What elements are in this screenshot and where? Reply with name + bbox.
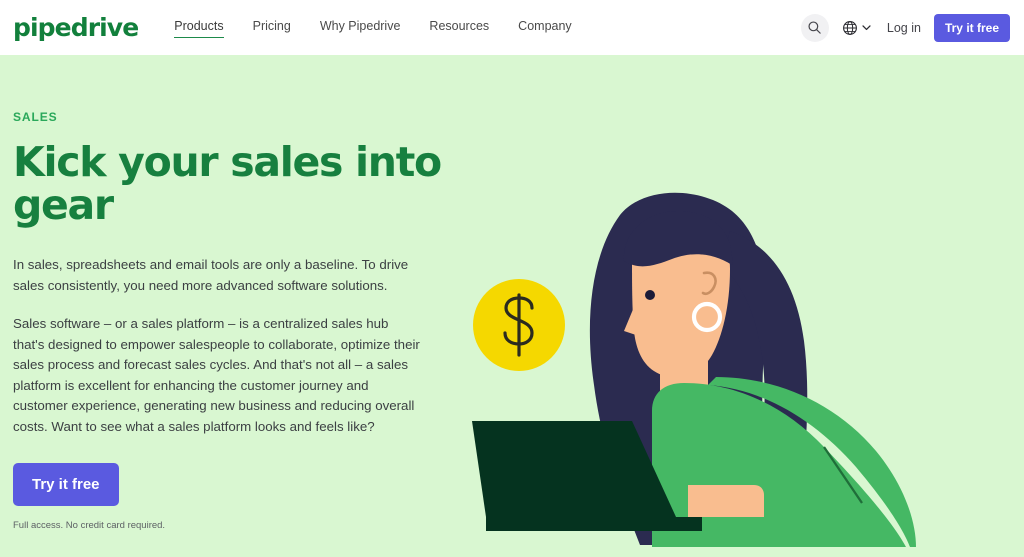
globe-icon xyxy=(842,20,857,35)
neck xyxy=(660,355,708,399)
nav-item-company[interactable]: Company xyxy=(518,19,572,36)
hero-copy: SALES Kick your sales into gear In sales… xyxy=(13,110,443,531)
login-link[interactable]: Log in xyxy=(887,21,921,35)
hero-try-it-free-button[interactable]: Try it free xyxy=(13,463,119,507)
ear xyxy=(701,271,717,296)
main-navigation: Products Pricing Why Pipedrive Resources… xyxy=(174,19,572,38)
shirt-body xyxy=(652,383,906,547)
eye xyxy=(645,290,655,300)
nav-item-resources[interactable]: Resources xyxy=(429,19,489,36)
face xyxy=(632,215,730,377)
nav-item-products[interactable]: Products xyxy=(174,19,224,38)
page-title: Kick your sales into gear xyxy=(13,138,442,230)
woman-with-laptop-and-coin-illustration xyxy=(472,192,916,547)
shoulder xyxy=(708,377,916,547)
page-root: pipedrive Products Pricing Why Pipedrive… xyxy=(0,0,1024,557)
hero-paragraph-1: In sales, spreadsheets and email tools a… xyxy=(13,257,409,293)
hero-paragraph-2: Sales software – or a sales platform – i… xyxy=(13,316,420,434)
left-hand xyxy=(494,497,528,521)
pipedrive-logo[interactable]: pipedrive xyxy=(13,15,139,40)
nav-item-why-pipedrive[interactable]: Why Pipedrive xyxy=(320,19,401,36)
search-button[interactable] xyxy=(800,13,829,42)
dollar-coin-icon xyxy=(473,279,565,371)
arm-fold-line xyxy=(823,446,863,504)
site-header: pipedrive Products Pricing Why Pipedrive… xyxy=(0,0,1024,55)
search-icon xyxy=(808,21,822,34)
laptop-screen xyxy=(472,421,676,517)
hair-back xyxy=(589,192,767,545)
laptop-base xyxy=(486,517,702,531)
nose xyxy=(624,307,636,335)
chevron-down-icon xyxy=(862,25,871,31)
header-actions: Log in Try it free xyxy=(800,13,1010,42)
hair-strand xyxy=(720,231,808,547)
hero-fineprint: Full access. No credit card required. xyxy=(13,520,166,532)
hero-section: SALES Kick your sales into gear In sales… xyxy=(0,55,1024,557)
fringe xyxy=(623,211,733,267)
nav-item-pricing[interactable]: Pricing xyxy=(253,19,291,36)
right-hand xyxy=(688,485,764,517)
hero-eyebrow: SALES xyxy=(13,110,58,124)
hoop-earring xyxy=(691,301,723,333)
language-selector[interactable] xyxy=(842,20,872,36)
header-try-it-free-button[interactable]: Try it free xyxy=(933,13,1010,42)
